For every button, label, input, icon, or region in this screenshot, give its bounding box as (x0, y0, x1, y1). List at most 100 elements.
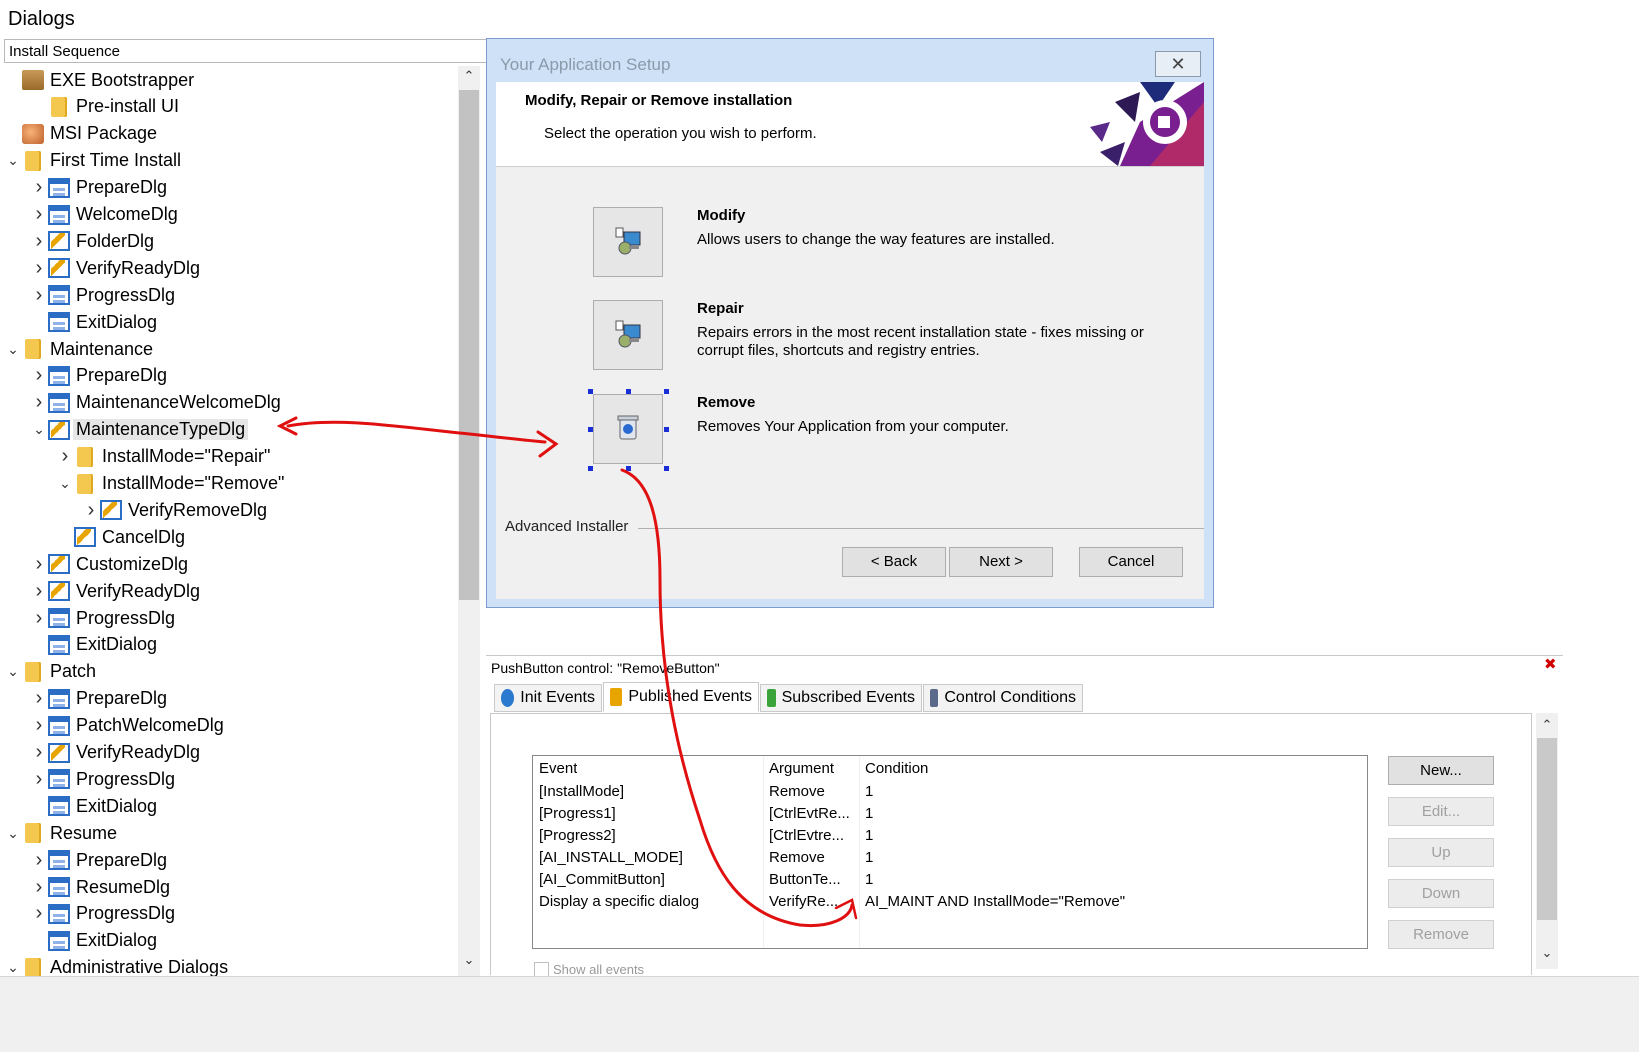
tab-published-events[interactable]: Published Events (603, 682, 759, 712)
chevron-right-icon[interactable]: › (30, 876, 48, 899)
move-up-button[interactable]: Up (1388, 838, 1494, 867)
show-all-events-checkbox[interactable] (534, 962, 549, 977)
selection-handle[interactable] (588, 427, 593, 432)
selection-handle[interactable] (588, 389, 593, 394)
selection-handle[interactable] (664, 427, 669, 432)
chevron-down-icon[interactable]: ⌄ (56, 475, 74, 492)
back-button[interactable]: < Back (842, 547, 946, 577)
remove-event-button[interactable]: Remove (1388, 920, 1494, 949)
tree-node[interactable]: CancelDlg (56, 523, 185, 551)
chevron-right-icon[interactable]: › (30, 580, 48, 603)
panel-scroll-down-icon[interactable]: ⌄ (1536, 945, 1558, 961)
edit-event-button[interactable]: Edit... (1388, 797, 1494, 826)
tab-control-conditions[interactable]: Control Conditions (923, 684, 1083, 712)
chevron-right-icon[interactable]: › (30, 364, 48, 387)
column-header-argument[interactable]: Argument (769, 760, 834, 777)
column-header-event[interactable]: Event (539, 760, 577, 777)
chevron-down-icon[interactable]: ⌄ (4, 152, 22, 169)
chevron-right-icon[interactable]: › (30, 257, 48, 280)
panel-scroll-up-icon[interactable]: ⌃ (1536, 717, 1558, 733)
chevron-right-icon[interactable]: › (30, 902, 48, 925)
tree-node[interactable]: ExitDialog (30, 792, 157, 820)
table-row[interactable]: [Progress2] [CtrlEvtre... 1 (533, 826, 1367, 848)
selection-handle[interactable] (588, 466, 593, 471)
tree-node[interactable]: › PatchWelcomeDlg (30, 712, 224, 740)
tree-node[interactable]: › ProgressDlg (30, 281, 175, 309)
tree-node[interactable]: ⌄ MaintenanceTypeDlg (30, 416, 249, 444)
chevron-right-icon[interactable]: › (30, 284, 48, 307)
chevron-down-icon[interactable]: ⌄ (4, 959, 22, 976)
tree-node[interactable]: › PrepareDlg (30, 846, 167, 874)
tree-node[interactable]: › MaintenanceWelcomeDlg (30, 389, 281, 417)
selection-handle[interactable] (664, 389, 669, 394)
table-row[interactable]: Display a specific dialog VerifyRe... AI_M… (533, 892, 1367, 914)
chevron-down-icon[interactable]: ⌄ (4, 825, 22, 842)
repair-option-button[interactable] (593, 300, 663, 370)
selection-handle[interactable] (664, 466, 669, 471)
table-row[interactable]: [Progress1] [CtrlEvtRe... 1 (533, 804, 1367, 826)
tree-node[interactable]: › VerifyReadyDlg (30, 254, 200, 282)
dialog-tree[interactable]: EXE Bootstrapper Pre-install UI MSI Packag… (4, 66, 502, 1016)
close-panel-icon[interactable]: ✖ (1544, 655, 1557, 673)
chevron-right-icon[interactable]: › (82, 499, 100, 522)
chevron-right-icon[interactable]: › (30, 391, 48, 414)
scroll-down-icon[interactable]: ⌄ (458, 952, 480, 968)
tree-scrollbar-thumb[interactable] (459, 90, 479, 600)
cancel-button[interactable]: Cancel (1079, 547, 1183, 577)
chevron-down-icon[interactable]: ⌄ (30, 421, 48, 438)
tree-node[interactable]: › VerifyReadyDlg (30, 577, 200, 605)
tree-node[interactable]: › WelcomeDlg (30, 201, 178, 229)
remove-option-button[interactable] (593, 394, 663, 464)
tree-node[interactable]: ⌄ Patch (4, 658, 96, 686)
panel-scrollbar-thumb[interactable] (1537, 738, 1557, 920)
chevron-right-icon[interactable]: › (30, 607, 48, 630)
chevron-right-icon[interactable]: › (30, 741, 48, 764)
tree-node[interactable]: Pre-install UI (30, 93, 179, 121)
move-down-button[interactable]: Down (1388, 879, 1494, 908)
chevron-right-icon[interactable]: › (30, 849, 48, 872)
tree-node[interactable]: › FolderDlg (30, 227, 154, 255)
tree-node[interactable]: ⌄ Maintenance (4, 335, 153, 363)
new-event-button[interactable]: New... (1388, 756, 1494, 785)
tree-node[interactable]: › InstallMode="Repair" (56, 443, 271, 471)
chevron-right-icon[interactable]: › (56, 445, 74, 468)
selection-handle[interactable] (626, 466, 631, 471)
tree-node[interactable]: MSI Package (4, 120, 157, 148)
tree-node[interactable]: ⌄ First Time Install (4, 147, 181, 175)
tree-node[interactable]: ⌄ Resume (4, 819, 117, 847)
tree-node[interactable]: › ProgressDlg (30, 765, 175, 793)
chevron-down-icon[interactable]: ⌄ (4, 663, 22, 680)
table-row[interactable]: [InstallMode] Remove 1 (533, 782, 1367, 804)
tree-node[interactable]: ⌄ InstallMode="Remove" (56, 470, 284, 498)
tree-node[interactable]: › CustomizeDlg (30, 550, 188, 578)
chevron-right-icon[interactable]: › (30, 553, 48, 576)
tab-subscribed-events[interactable]: Subscribed Events (760, 684, 922, 712)
tree-node[interactable]: › ProgressDlg (30, 604, 175, 632)
chevron-right-icon[interactable]: › (30, 714, 48, 737)
tab-init-events[interactable]: Init Events (494, 684, 602, 712)
chevron-right-icon[interactable]: › (30, 203, 48, 226)
chevron-down-icon[interactable]: ⌄ (4, 341, 22, 358)
tree-node[interactable]: ExitDialog (30, 631, 157, 659)
sequence-header[interactable]: Install Sequence (4, 39, 502, 63)
scroll-up-icon[interactable]: ⌃ (458, 68, 480, 84)
events-table[interactable]: Event Argument Condition [InstallMode] Remov… (532, 755, 1368, 949)
selection-handle[interactable] (626, 389, 631, 394)
tree-node[interactable]: › PrepareDlg (30, 362, 167, 390)
chevron-right-icon[interactable]: › (30, 230, 48, 253)
tree-node[interactable]: › ProgressDlg (30, 900, 175, 928)
tree-node[interactable]: › PrepareDlg (30, 174, 167, 202)
modify-option-button[interactable] (593, 207, 663, 277)
tree-node[interactable]: › PrepareDlg (30, 685, 167, 713)
tree-node[interactable]: › VerifyRemoveDlg (82, 496, 267, 524)
column-header-condition[interactable]: Condition (865, 760, 928, 777)
table-row[interactable]: [AI_INSTALL_MODE] Remove 1 (533, 848, 1367, 870)
tree-node[interactable]: ExitDialog (30, 927, 157, 955)
table-row[interactable]: [AI_CommitButton] ButtonTe... 1 (533, 870, 1367, 892)
chevron-right-icon[interactable]: › (30, 768, 48, 791)
next-button[interactable]: Next > (949, 547, 1053, 577)
dialog-close-button[interactable]: ✕ (1155, 51, 1201, 77)
tree-node[interactable]: › ResumeDlg (30, 873, 170, 901)
tree-node[interactable]: › VerifyReadyDlg (30, 739, 200, 767)
chevron-right-icon[interactable]: › (30, 687, 48, 710)
